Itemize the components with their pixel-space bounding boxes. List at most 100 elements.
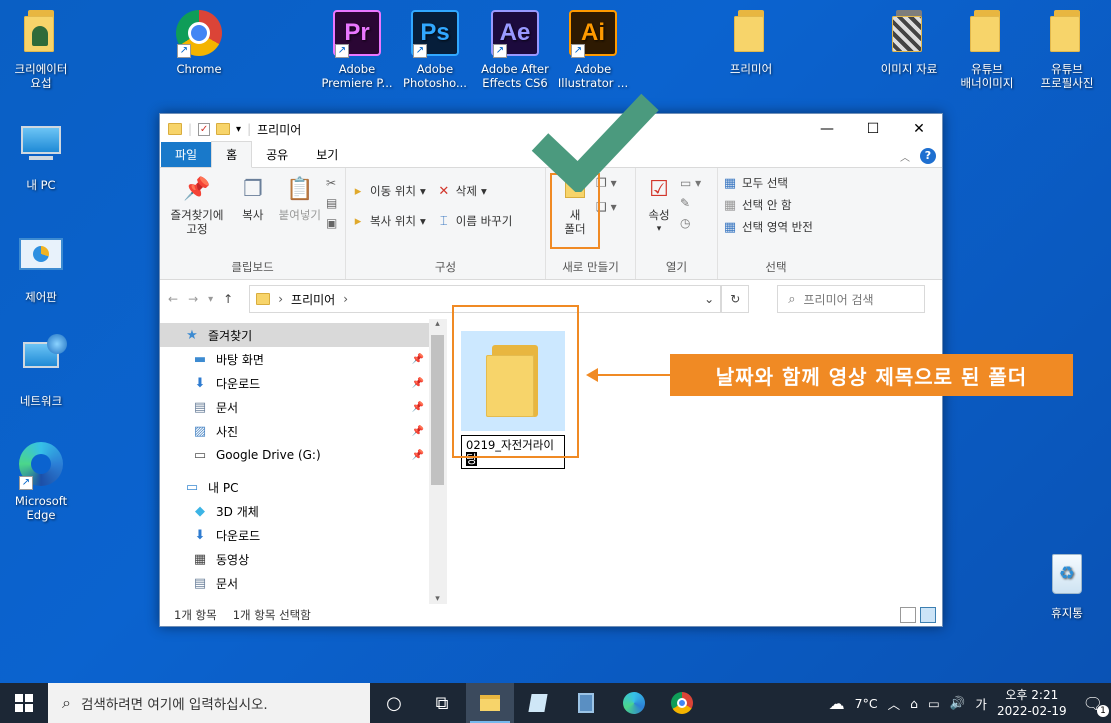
details-view-icon[interactable] [900,607,916,623]
tab-file[interactable]: 파일 [161,142,212,167]
weather-temperature[interactable]: 7°C [855,696,878,711]
nav-item[interactable]: ★ 즐겨찾기 [160,323,446,347]
youtube-banner-folder-icon[interactable]: 유튜브 배너이미지 [948,10,1026,90]
open-icon[interactable]: ▭ ▾ [680,176,701,190]
up-icon[interactable]: ↑ [223,292,233,306]
nav-item[interactable]: ▭ Google Drive (G:) 📌 [160,443,446,467]
refresh-button[interactable]: ↻ [721,285,750,313]
calculator-icon[interactable] [562,683,610,723]
youtube-profile-folder-icon[interactable]: 유튜브 프로필사진 [1028,10,1106,90]
recent-locations-icon[interactable]: ▾ [208,294,213,305]
customize-dropdown-icon[interactable]: ▾ [236,124,241,135]
creator-user-folder-icon[interactable]: 크리에이터 요섭 [2,10,80,90]
nav-item[interactable]: ▭ 내 PC [160,475,446,499]
new-folder-icon[interactable] [216,123,231,135]
nav-item-label: 다운로드 [216,376,261,391]
meet-now-icon[interactable]: ⌂ [910,696,918,711]
control-panel-icon[interactable]: 제어판 [2,232,80,304]
paste-button[interactable]: 📋 붙여넣기 [276,174,324,223]
nav-item[interactable]: ▦ 동영상 [160,547,446,571]
copy-icon: ❐ [242,177,263,202]
picture-icon: ▨ [193,423,207,439]
photoshop-icon[interactable]: Ps ↗ Adobe Photosho... [396,10,474,90]
network-tray-icon[interactable]: ▭ [928,696,940,711]
properties-icon[interactable]: ✓ [198,122,211,136]
invert-selection-button[interactable]: ▦ 선택 영역 반전 [722,216,830,238]
edge-taskbar-icon[interactable] [610,683,658,723]
weather-cloud-icon[interactable]: ☁ [829,694,845,713]
show-hidden-icons-icon[interactable]: ︿ [888,694,901,713]
notepad-icon[interactable] [514,683,562,723]
nav-item[interactable]: ▬ 바탕 화면 📌 [160,347,446,371]
ime-indicator[interactable]: 가 [975,694,987,713]
clipboard-group-label: 클립보드 [231,260,274,274]
copy-button[interactable]: ❐ 복사 [234,174,272,223]
nav-scrollbar[interactable]: ▴ ▾ [429,319,446,604]
nav-item[interactable]: ⬇ 다운로드 📌 [160,371,446,395]
nav-item[interactable]: ▤ 문서 [160,571,446,595]
help-icon[interactable]: ? [920,148,936,164]
my-pc-icon[interactable]: 내 PC [2,120,80,192]
copy-path-icon[interactable]: ▤ [326,196,337,210]
nav-item[interactable]: ⬇ 다운로드 [160,523,446,547]
chrome-taskbar-icon[interactable] [658,683,706,723]
nav-item[interactable]: ◆ 3D 개체 [160,499,446,523]
pin-icon: 📌 [411,401,424,413]
search-box[interactable]: ⌕ 프리미어 검색 [777,285,926,313]
minimize-button[interactable]: — [804,114,850,144]
tab-view[interactable]: 보기 [302,142,352,167]
after-effects-icon[interactable]: Ae ↗ Adobe After Effects CS6 [476,10,554,90]
premiere-folder-icon[interactable]: 프리미어 [712,10,790,76]
illustrator-icon[interactable]: Ai ↗ Adobe Illustrator ... [554,10,632,90]
copy-to-button[interactable]: ▸ 복사 위치 ▾ [350,210,426,232]
large-icons-view-icon[interactable] [920,607,936,623]
back-icon[interactable]: ← [168,292,178,306]
forward-icon[interactable]: → [188,292,198,306]
select-all-label: 모두 선택 [742,176,788,190]
edge-icon[interactable]: ↗ Microsoft Edge [2,442,80,522]
history-icon[interactable]: ◷ [680,216,701,230]
delete-icon: ✕ [438,183,450,199]
desktop-icon-label: Chrome [176,62,222,76]
cortana-icon[interactable]: ○ [370,683,418,723]
nav-item-label: 문서 [216,576,239,591]
collapse-ribbon-icon[interactable]: ︿ [900,149,910,164]
close-button[interactable]: ✕ [896,114,942,144]
edit-icon[interactable]: ✎ [680,196,701,210]
nav-item-label: 동영상 [216,552,250,567]
nav-item[interactable]: ▨ 사진 📌 [160,419,446,443]
clock[interactable]: 오후 2:21 2022-02-19 [997,687,1067,719]
file-explorer-icon[interactable] [466,683,514,723]
desktop-icon-label: 휴지통 [1051,606,1083,620]
notification-count: 1 [1097,704,1109,717]
task-view-icon[interactable]: ⧉ [418,683,466,723]
rename-button[interactable]: ⌶ 이름 바꾸기 [436,210,512,232]
invert-selection-icon: ▦ [723,219,737,235]
tab-share[interactable]: 공유 [252,142,302,167]
address-dropdown-icon[interactable]: ⌄ [704,292,714,306]
start-button[interactable] [0,683,48,723]
search-icon: ⌕ [788,291,796,307]
system-tray: ☁ 7°C ︿ ⌂ ▭ 🔊 가 오후 2:21 2022-02-19 🗨 1 [829,687,1111,719]
nav-item[interactable]: ▤ 문서 📌 [160,395,446,419]
premiere-icon[interactable]: Pr ↗ Adobe Premiere P... [318,10,396,90]
cut-icon[interactable]: ✂ [326,176,337,190]
image-material-folder-icon[interactable]: 이미지 자료 [870,10,948,76]
select-none-button[interactable]: ▦ 선택 안 함 [722,194,830,216]
scrollbar-thumb[interactable] [431,335,444,485]
taskbar-search-box[interactable]: ⌕ 검색하려면 여기에 입력하십시오. [48,683,370,723]
tab-home[interactable]: 홈 [211,141,253,168]
maximize-button[interactable]: ☐ [850,114,896,144]
notification-icon[interactable]: 🗨 1 [1083,694,1109,717]
move-to-button[interactable]: ▸ 이동 위치 ▾ [350,180,426,202]
select-all-button[interactable]: ▦ 모두 선택 [722,172,830,194]
cube-icon: ◆ [195,503,205,519]
paste-shortcut-icon[interactable]: ▣ [326,216,337,230]
network-icon[interactable]: 네트워크 [2,334,80,408]
recycle-bin-icon[interactable]: ♻ 휴지통 [1028,550,1106,620]
delete-button[interactable]: ✕ 삭제 ▾ [436,180,513,202]
address-path[interactable]: 프리미어 [291,291,335,308]
chrome-icon[interactable]: ↗ Chrome [160,10,238,76]
pin-to-quick-access-button[interactable]: 📌 즐겨찾기에 고정 [164,174,230,237]
volume-icon[interactable]: 🔊 [950,695,966,711]
